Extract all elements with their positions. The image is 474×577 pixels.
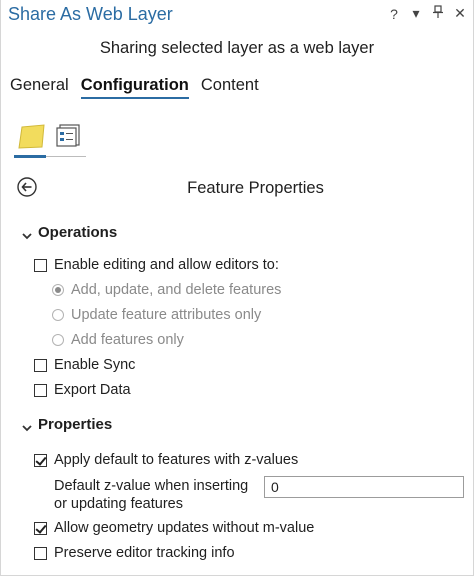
radio-label: Add, update, and delete features bbox=[71, 282, 282, 298]
title-bar: Share As Web Layer ? ▾ ✕ bbox=[0, 0, 474, 30]
export-data-option[interactable]: Export Data bbox=[34, 382, 131, 398]
radio-label: Add features only bbox=[71, 332, 184, 348]
export-data-checkbox[interactable] bbox=[34, 383, 47, 397]
allow-geometry-updates-option[interactable]: Allow geometry updates without m-value bbox=[34, 520, 314, 536]
edit-option-add-only[interactable]: Add features only bbox=[52, 332, 184, 348]
configuration-subtabs bbox=[14, 118, 86, 160]
pin-icon[interactable] bbox=[432, 5, 444, 22]
preserve-tracking-label: Preserve editor tracking info bbox=[54, 545, 235, 561]
apply-default-z-option[interactable]: Apply default to features with z-values bbox=[34, 452, 298, 468]
radio-add-update-delete[interactable] bbox=[52, 284, 64, 296]
operations-heading: Operations bbox=[38, 224, 118, 241]
pane-subtitle: Sharing selected layer as a web layer bbox=[99, 39, 375, 57]
edit-option-update-attributes[interactable]: Update feature attributes only bbox=[52, 307, 261, 323]
preserve-tracking-checkbox[interactable] bbox=[34, 546, 47, 560]
allow-geometry-updates-label: Allow geometry updates without m-value bbox=[54, 520, 315, 536]
radio-label: Update feature attributes only bbox=[71, 307, 262, 323]
panel-title: Feature Properties bbox=[187, 179, 324, 197]
radio-add-only[interactable] bbox=[52, 334, 64, 346]
apply-default-z-label: Apply default to features with z-values bbox=[54, 452, 299, 468]
title-bar-controls: ? ▾ ✕ bbox=[388, 5, 466, 22]
enable-sync-option[interactable]: Enable Sync bbox=[34, 357, 135, 373]
edit-option-add-update-delete[interactable]: Add, update, and delete features bbox=[52, 282, 281, 298]
default-z-label: Default z-value when inserting or updati… bbox=[54, 478, 249, 512]
tab-general[interactable]: General bbox=[10, 76, 69, 99]
enable-editing-label: Enable editing and allow editors to: bbox=[54, 257, 279, 273]
dropdown-icon[interactable]: ▾ bbox=[410, 5, 422, 22]
tab-configuration[interactable]: Configuration bbox=[80, 76, 189, 99]
close-icon[interactable]: ✕ bbox=[454, 5, 466, 22]
pane-title: Share As Web Layer bbox=[8, 4, 173, 24]
feature-layer-icon[interactable] bbox=[18, 124, 46, 150]
default-z-input[interactable] bbox=[264, 476, 464, 498]
chevron-down-icon bbox=[22, 420, 32, 431]
tab-strip: General Configuration Content bbox=[10, 76, 271, 99]
properties-heading: Properties bbox=[38, 416, 113, 433]
enable-editing-option[interactable]: Enable editing and allow editors to: bbox=[34, 257, 279, 273]
enable-sync-checkbox[interactable] bbox=[34, 358, 47, 372]
enable-editing-checkbox[interactable] bbox=[34, 258, 47, 272]
radio-update-attributes[interactable] bbox=[52, 309, 64, 321]
preserve-tracking-option[interactable]: Preserve editor tracking info bbox=[34, 545, 235, 561]
properties-section-header[interactable]: Properties bbox=[22, 416, 112, 433]
enable-sync-label: Enable Sync bbox=[54, 357, 136, 373]
help-icon[interactable]: ? bbox=[388, 6, 400, 22]
export-data-label: Export Data bbox=[54, 382, 131, 398]
operations-section-header[interactable]: Operations bbox=[22, 224, 117, 241]
allow-geometry-updates-checkbox[interactable] bbox=[34, 521, 47, 535]
configure-pane-icon[interactable] bbox=[56, 122, 82, 148]
subtab-active-indicator bbox=[14, 155, 46, 158]
apply-default-z-checkbox[interactable] bbox=[34, 453, 47, 467]
chevron-down-icon bbox=[22, 228, 32, 239]
tab-content[interactable]: Content bbox=[201, 76, 259, 99]
